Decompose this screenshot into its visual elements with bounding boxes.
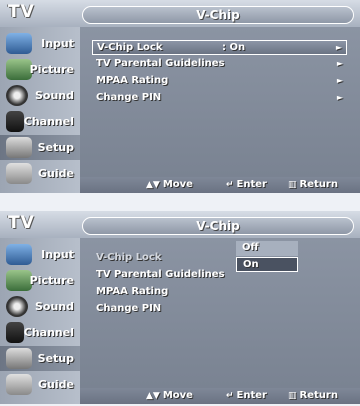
channel-icon <box>6 111 24 132</box>
enter-hint: ↵ Enter <box>226 179 267 190</box>
brand-label: TV <box>8 2 35 22</box>
sidebar-item-picture[interactable]: Picture <box>0 268 80 293</box>
sidebar-item-guide[interactable]: Guide <box>0 372 80 397</box>
move-arrows-icon: ▲▼ <box>146 180 160 190</box>
sound-icon <box>6 296 28 317</box>
title-bar: TV V-Chip <box>0 0 360 27</box>
menu-item-mpaa-rating[interactable]: MPAA Rating <box>92 285 347 300</box>
title-bar: TV V-Chip <box>0 211 360 238</box>
menu-item-change-pin[interactable]: Change PIN ► <box>92 91 347 106</box>
menu-item-vchip-lock[interactable]: V-Chip Lock : On ► <box>92 40 347 55</box>
return-icon: ▥ <box>288 391 297 401</box>
option-on[interactable]: On <box>236 257 298 272</box>
menu-item-mpaa-rating[interactable]: MPAA Rating ► <box>92 74 347 89</box>
arrow-right-icon: ► <box>336 93 343 102</box>
return-hint: ▥ Return <box>288 179 338 190</box>
sidebar-item-picture[interactable]: Picture <box>0 57 80 82</box>
guide-icon <box>6 374 32 395</box>
menu-content: V-Chip Lock TV Parental Guidelines MPAA … <box>80 238 360 388</box>
sidebar-item-channel[interactable]: Channel <box>0 320 80 345</box>
menu-title: V-Chip <box>196 219 240 233</box>
setup-icon <box>6 348 32 369</box>
menu-item-vchip-lock[interactable]: V-Chip Lock <box>92 251 347 266</box>
menu-content: V-Chip Lock : On ► TV Parental Guideline… <box>80 27 360 177</box>
footer-hints: ▲▼ Move ↵ Enter ▥ Return <box>80 388 360 404</box>
setup-icon <box>6 137 32 158</box>
enter-icon: ↵ <box>226 391 234 401</box>
sound-icon <box>6 85 28 106</box>
picture-icon <box>6 270 32 291</box>
guide-icon <box>6 163 32 184</box>
enter-hint: ↵ Enter <box>226 390 267 401</box>
sidebar-item-input[interactable]: Input <box>0 31 80 56</box>
menu-title-box: V-Chip <box>82 6 354 24</box>
sidebar: Input Picture Sound Channel Setup Guide <box>0 27 80 193</box>
return-hint: ▥ Return <box>288 390 338 401</box>
sidebar-item-sound[interactable]: Sound <box>0 83 80 108</box>
divider <box>0 197 360 206</box>
input-icon <box>6 33 32 54</box>
move-hint: ▲▼ Move <box>146 390 193 401</box>
option-off[interactable]: Off <box>236 241 298 256</box>
return-icon: ▥ <box>288 180 297 190</box>
sidebar-item-input[interactable]: Input <box>0 242 80 267</box>
input-icon <box>6 244 32 265</box>
arrow-right-icon: ► <box>336 76 343 85</box>
channel-icon <box>6 322 24 343</box>
move-hint: ▲▼ Move <box>146 179 193 190</box>
sidebar-item-setup[interactable]: Setup <box>0 135 80 160</box>
sidebar-item-channel[interactable]: Channel <box>0 109 80 134</box>
sidebar-item-setup[interactable]: Setup <box>0 346 80 371</box>
vchip-screen-1: TV V-Chip Input Picture Sound Channel Se… <box>0 0 360 193</box>
move-arrows-icon: ▲▼ <box>146 391 160 401</box>
menu-item-change-pin[interactable]: Change PIN <box>92 302 347 317</box>
sidebar: Input Picture Sound Channel Setup Guide <box>0 238 80 404</box>
arrow-right-icon: ► <box>335 43 342 52</box>
picture-icon <box>6 59 32 80</box>
menu-title-box: V-Chip <box>82 217 354 235</box>
brand-label: TV <box>8 213 35 233</box>
vchip-screen-2: TV V-Chip Input Picture Sound Channel Se… <box>0 211 360 404</box>
menu-item-tv-parental-guidelines[interactable]: TV Parental Guidelines ► <box>92 57 347 72</box>
enter-icon: ↵ <box>226 180 234 190</box>
footer-hints: ▲▼ Move ↵ Enter ▥ Return <box>80 177 360 193</box>
sidebar-item-sound[interactable]: Sound <box>0 294 80 319</box>
menu-item-tv-parental-guidelines[interactable]: TV Parental Guidelines <box>92 268 347 283</box>
menu-title: V-Chip <box>196 8 240 22</box>
arrow-right-icon: ► <box>336 59 343 68</box>
sidebar-item-guide[interactable]: Guide <box>0 161 80 186</box>
vchip-lock-dropdown[interactable]: Off On <box>236 241 298 275</box>
